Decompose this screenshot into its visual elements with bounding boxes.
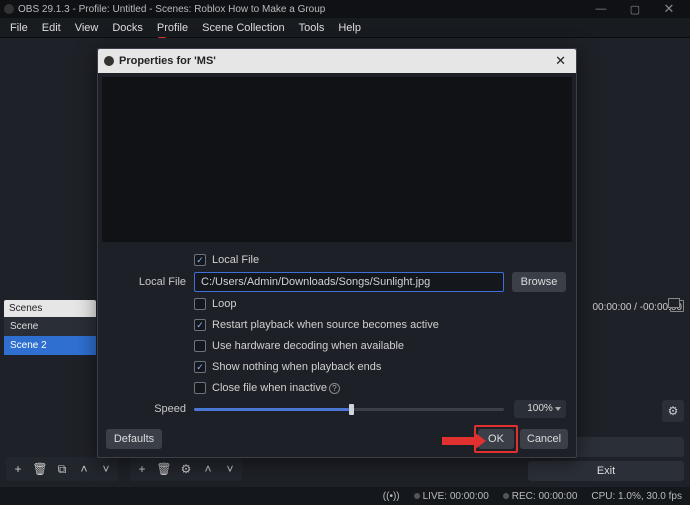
dialog-form: Local File Local File C:/Users/Admin/Dow… — [98, 246, 576, 427]
menu-view[interactable]: View — [69, 20, 105, 36]
menu-scene-collection[interactable]: Scene Collection — [196, 20, 291, 36]
restart-label: Restart playback when source becomes act… — [212, 319, 439, 331]
chevron-up-icon[interactable]: ˄ — [199, 460, 217, 478]
ok-button[interactable]: OK — [478, 429, 514, 449]
dialog-logo-icon — [104, 56, 114, 66]
menu-edit[interactable]: Edit — [36, 20, 67, 36]
source-preview — [102, 77, 572, 242]
minimize-button[interactable]: — — [584, 3, 618, 15]
local-file-checkbox-label: Local File — [212, 254, 259, 266]
bottom-toolbars: + 🗑 ⧉ ˄ ˅ + 🗑 ⚙ ˄ ˅ — [6, 457, 242, 481]
main-area: Scenes Scene Scene 2 00:00:00 / -00:00:0… — [0, 38, 690, 487]
exit-button[interactable]: Exit — [528, 461, 684, 481]
status-live: LIVE: 00:00:00 — [423, 491, 489, 502]
maximize-button[interactable]: ▢ — [618, 3, 652, 16]
defaults-button[interactable]: Defaults — [106, 429, 162, 449]
menu-bar: File Edit View Docks Profile Scene Colle… — [0, 18, 690, 38]
loop-label: Loop — [212, 298, 236, 310]
scenes-toolbar: + 🗑 ⧉ ˄ ˅ — [6, 457, 118, 481]
dialog-titlebar: Properties for 'MS' ✕ — [98, 49, 576, 73]
app-logo-icon — [4, 4, 14, 14]
closefile-label: Close file when inactive — [212, 382, 327, 394]
dialog-title: Properties for 'MS' — [119, 55, 551, 67]
status-bar: ((•)) LIVE: 00:00:00 REC: 00:00:00 CPU: … — [0, 487, 690, 505]
local-file-label: Local File — [108, 276, 194, 288]
window-title: OBS 29.1.3 - Profile: Untitled - Scenes:… — [18, 4, 584, 15]
close-button[interactable]: ✕ — [652, 1, 686, 17]
dialog-close-icon[interactable]: ✕ — [551, 53, 570, 69]
cancel-button[interactable]: Cancel — [520, 429, 568, 449]
settings-gear-button[interactable]: ⚙ — [662, 400, 684, 422]
hwdecode-label: Use hardware decoding when available — [212, 340, 404, 352]
trash-icon[interactable]: 🗑 — [155, 460, 173, 478]
speed-slider[interactable] — [194, 408, 504, 411]
scene-item[interactable]: Scene — [4, 317, 96, 336]
speed-spinbox[interactable]: 100% — [514, 400, 566, 418]
scenes-list: Scene Scene 2 — [4, 317, 96, 355]
slider-thumb-icon[interactable] — [349, 404, 354, 415]
closefile-checkbox[interactable] — [194, 382, 206, 394]
local-file-checkbox[interactable] — [194, 254, 206, 266]
gear-icon[interactable]: ⚙ — [177, 460, 195, 478]
window-titlebar: OBS 29.1.3 - Profile: Untitled - Scenes:… — [0, 0, 690, 18]
add-icon[interactable]: + — [133, 460, 151, 478]
menu-docks[interactable]: Docks — [106, 20, 149, 36]
chevron-down-icon[interactable]: ˅ — [97, 460, 115, 478]
menu-help[interactable]: Help — [332, 20, 367, 36]
status-rec: REC: 00:00:00 — [512, 491, 578, 502]
menu-file[interactable]: File — [4, 20, 34, 36]
chevron-down-icon[interactable]: ˅ — [221, 460, 239, 478]
scenes-header: Scenes — [4, 300, 96, 317]
loop-checkbox[interactable] — [194, 298, 206, 310]
shownothing-label: Show nothing when playback ends — [212, 361, 381, 373]
scene-item[interactable]: Scene 2 — [4, 336, 96, 355]
browse-button[interactable]: Browse — [512, 272, 566, 292]
hwdecode-checkbox[interactable] — [194, 340, 206, 352]
trash-icon[interactable]: 🗑 — [31, 460, 49, 478]
properties-dialog: Properties for 'MS' ✕ Local File Local F… — [97, 48, 577, 458]
signal-icon: ((•)) — [383, 491, 400, 502]
menu-tools[interactable]: Tools — [293, 20, 331, 36]
help-icon[interactable]: ? — [329, 383, 340, 394]
dialog-footer: Defaults OK Cancel — [106, 429, 568, 449]
restart-checkbox[interactable] — [194, 319, 206, 331]
speed-label: Speed — [108, 403, 194, 415]
sources-toolbar: + 🗑 ⚙ ˄ ˅ — [130, 457, 242, 481]
menu-profile[interactable]: Profile — [151, 20, 194, 36]
add-icon[interactable]: + — [9, 460, 27, 478]
filter-icon[interactable]: ⧉ — [53, 460, 71, 478]
shownothing-checkbox[interactable] — [194, 361, 206, 373]
local-file-path-input[interactable]: C:/Users/Admin/Downloads/Songs/Sunlight.… — [194, 272, 504, 292]
chevron-up-icon[interactable]: ˄ — [75, 460, 93, 478]
status-cpu: CPU: 1.0%, 30.0 fps — [591, 491, 682, 502]
popout-icon[interactable] — [670, 300, 684, 312]
scenes-panel: Scenes Scene Scene 2 — [4, 300, 96, 355]
